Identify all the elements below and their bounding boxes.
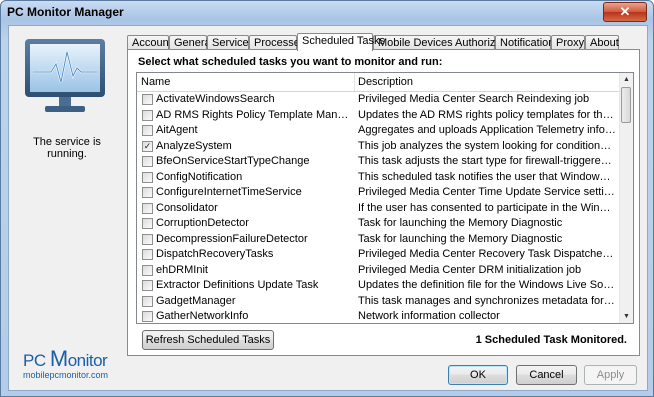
client-area: The service is running. PC Monitor mobil… <box>8 25 648 391</box>
table-row[interactable]: GatherNetworkInfo Network information col… <box>137 309 620 323</box>
table-row[interactable]: ActivateWindowsSearch Privileged Media Ce… <box>137 92 620 108</box>
table-row[interactable]: ConfigureInternetTimeService Privileged M… <box>137 185 620 201</box>
task-description: Updates the definition file for the Wind… <box>358 279 616 291</box>
table-row[interactable]: DispatchRecoveryTasks Privileged Media Ce… <box>137 247 620 263</box>
table-row[interactable]: ConfigNotification This scheduled task no… <box>137 170 620 186</box>
title-bar[interactable]: PC Monitor Manager ✕ <box>1 1 653 23</box>
monitored-count-label: 1 Scheduled Task Monitored. <box>475 334 627 346</box>
task-name: DecompressionFailureDetector <box>156 232 308 245</box>
close-icon: ✕ <box>619 4 631 19</box>
task-name: AnalyzeSystem <box>156 139 232 152</box>
list-header: Name Description <box>137 73 620 92</box>
tab-about[interactable]: About <box>585 35 619 50</box>
task-name: AitAgent <box>156 124 198 136</box>
task-rows: ActivateWindowsSearch Privileged Media Ce… <box>137 92 620 323</box>
task-checkbox[interactable] <box>142 233 153 245</box>
tab-proxy[interactable]: Proxy <box>551 35 585 50</box>
app-window: PC Monitor Manager ✕ The service is runn… <box>0 0 654 397</box>
task-description: This task manages and synchronizes metad… <box>358 294 616 307</box>
task-name: Consolidator <box>156 201 218 214</box>
task-checkbox[interactable] <box>142 249 153 260</box>
table-row[interactable]: Extractor Definitions Update Task Updates… <box>137 278 620 294</box>
panel-heading: Select what scheduled tasks you want to … <box>138 56 443 68</box>
task-description: This scheduled task notifies the user th… <box>358 170 616 183</box>
task-description: Updates the AD RMS rights policy templat… <box>358 108 616 121</box>
task-checkbox[interactable] <box>142 202 153 214</box>
task-checkbox[interactable] <box>142 264 153 276</box>
ok-button[interactable]: OK <box>448 365 508 385</box>
table-row[interactable]: DecompressionFailureDetector Task for lau… <box>137 232 620 248</box>
task-description: This job analyzes the system looking for… <box>358 139 616 152</box>
tab-services[interactable]: Services <box>207 35 254 50</box>
task-checkbox[interactable] <box>142 311 153 322</box>
monitor-icon <box>25 39 105 112</box>
service-status: The service is running. <box>33 136 101 160</box>
table-row[interactable]: ✓ AnalyzeSystem This job analyzes the syst… <box>137 139 620 155</box>
task-description: Privileged Media Center Time Update Serv… <box>358 186 616 198</box>
task-checkbox[interactable]: ✓ <box>142 140 153 152</box>
refresh-scheduled-tasks-button[interactable]: Refresh Scheduled Tasks <box>142 330 274 350</box>
column-header-name[interactable]: Name <box>141 76 170 88</box>
task-description: If the user has consented to participate… <box>358 201 616 214</box>
task-checkbox[interactable] <box>142 187 153 198</box>
task-description: Privileged Media Center Recovery Task Di… <box>358 248 616 260</box>
scroll-up-arrow-icon[interactable]: ▲ <box>620 73 633 86</box>
scroll-down-arrow-icon[interactable]: ▼ <box>620 310 633 323</box>
tab-account[interactable]: Account <box>127 35 172 50</box>
tasks-list: Name Description ActivateWindowsSearch Pr… <box>136 72 634 324</box>
task-description: Task for launching the Memory Diagnostic <box>358 232 563 245</box>
table-row[interactable]: AD RMS Rights Policy Template Management… <box>137 108 620 124</box>
task-name: GatherNetworkInfo <box>156 310 249 322</box>
table-row[interactable]: AitAgent Aggregates and uploads Applicati… <box>137 123 620 139</box>
table-row[interactable]: BfeOnServiceStartTypeChange This task adj… <box>137 154 620 170</box>
tab-scheduled-tasks[interactable]: Scheduled Tasks <box>297 33 385 51</box>
table-row[interactable]: GadgetManager This task manages and synch… <box>137 294 620 310</box>
task-name: GadgetManager <box>156 294 236 307</box>
task-name: ConfigureInternetTimeService <box>156 186 302 198</box>
task-description: Task for launching the Memory Diagnostic <box>358 217 563 229</box>
vertical-scrollbar[interactable]: ▲ ▼ <box>619 73 633 323</box>
task-description: Network information collector <box>358 310 500 322</box>
tab-notifications[interactable]: Notifications <box>495 35 560 50</box>
task-name: ehDRMInit <box>156 263 208 276</box>
pc-monitor-logo: PC Monitor mobilepcmonitor.com <box>23 346 109 380</box>
apply-button[interactable]: Apply <box>584 365 637 385</box>
cancel-button[interactable]: Cancel <box>516 365 577 385</box>
column-divider[interactable] <box>354 73 355 91</box>
table-row[interactable]: ehDRMInit Privileged Media Center DRM ini… <box>137 263 620 279</box>
task-description: This task adjusts the start type for fir… <box>358 155 616 167</box>
task-checkbox[interactable] <box>142 218 153 229</box>
task-checkbox[interactable] <box>142 94 153 105</box>
task-name: CorruptionDetector <box>156 217 249 229</box>
task-checkbox[interactable] <box>142 109 153 121</box>
table-row[interactable]: Consolidator If the user has consented to… <box>137 201 620 217</box>
task-name: DispatchRecoveryTasks <box>156 248 274 260</box>
task-checkbox[interactable] <box>142 156 153 167</box>
task-name: ActivateWindowsSearch <box>156 93 275 105</box>
task-checkbox[interactable] <box>142 171 153 183</box>
close-button[interactable]: ✕ <box>603 2 647 22</box>
tab-general[interactable]: General <box>169 35 213 50</box>
scheduled-tasks-panel: Select what scheduled tasks you want to … <box>127 49 640 356</box>
window-title: PC Monitor Manager <box>7 5 124 19</box>
tab-mobile-devices-authorization[interactable]: Mobile Devices Authorization <box>373 35 519 50</box>
scrollbar-thumb[interactable] <box>621 87 631 123</box>
task-checkbox[interactable] <box>142 125 153 136</box>
task-checkbox[interactable] <box>142 295 153 307</box>
task-description: Privileged Media Center Search Reindexin… <box>358 93 590 105</box>
tab-processes[interactable]: Processes <box>249 35 305 50</box>
task-name: AD RMS Rights Policy Template Management… <box>156 108 352 121</box>
task-description: Aggregates and uploads Application Telem… <box>358 124 616 136</box>
table-row[interactable]: CorruptionDetector Task for launching the… <box>137 216 620 232</box>
task-name: Extractor Definitions Update Task <box>156 279 319 291</box>
task-description: Privileged Media Center DRM initializati… <box>358 263 582 276</box>
column-header-description[interactable]: Description <box>358 76 413 88</box>
task-checkbox[interactable] <box>142 280 153 291</box>
task-name: ConfigNotification <box>156 170 243 183</box>
task-name: BfeOnServiceStartTypeChange <box>156 155 310 167</box>
